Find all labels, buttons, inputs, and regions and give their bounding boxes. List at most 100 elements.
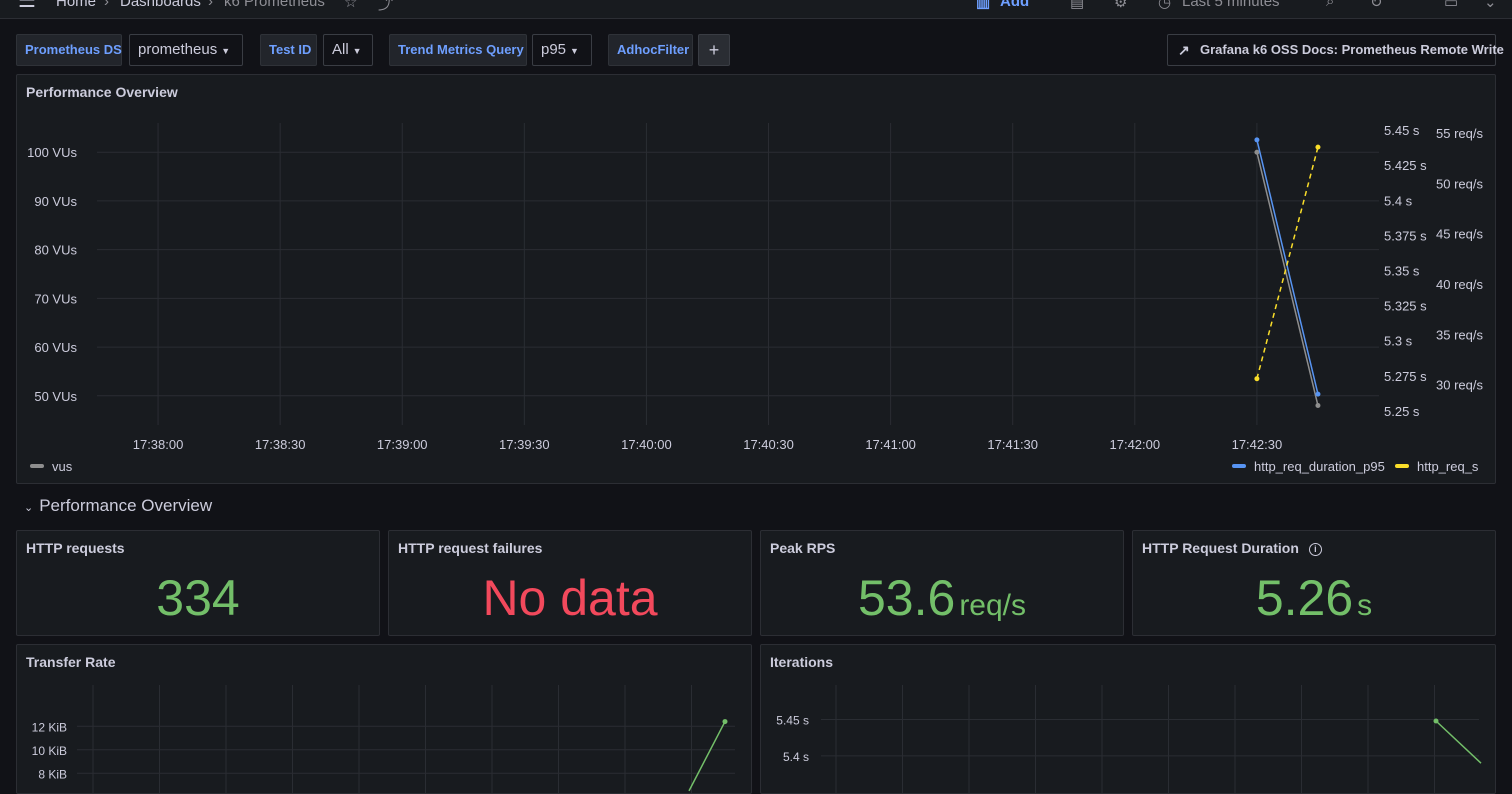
stat-value: No data: [389, 569, 751, 627]
breadcrumb-home[interactable]: Home: [56, 0, 96, 10]
row-title: Performance Overview: [39, 496, 213, 515]
add-filter-button[interactable]: +: [698, 34, 730, 66]
legend-item-vus[interactable]: vus: [30, 459, 72, 474]
series-line-http-req-duration-p95: [1256, 139, 1319, 395]
stat-unit: s: [1357, 589, 1373, 622]
prometheus-ds-select[interactable]: prometheus ▼: [129, 34, 243, 66]
series-line-vus: [1256, 152, 1319, 406]
y-tick-label: 10 KiB: [32, 744, 67, 758]
add-icon[interactable]: ▥: [976, 0, 990, 11]
panel-title-wrap: HTTP Request Duration i: [1142, 540, 1322, 556]
panel-title: HTTP Request Duration: [1142, 540, 1299, 556]
x-tick-label: 17:41:00: [865, 437, 916, 452]
y-mid-tick-label: 5.45 s: [1384, 123, 1420, 138]
transfer-rate-chart[interactable]: 12 KiB 10 KiB 8 KiB: [17, 645, 751, 794]
chevron-down-icon: ⌄: [24, 502, 34, 514]
data-point: [1254, 149, 1260, 155]
trend-metrics-query-select[interactable]: p95 ▼: [532, 34, 592, 66]
y-tick-label: 12 KiB: [32, 720, 67, 734]
y-mid-tick-label: 5.3 s: [1384, 334, 1413, 349]
y-left-tick-label: 80 VUs: [34, 243, 77, 258]
data-point: [1315, 144, 1321, 150]
stat-number: 334: [156, 570, 240, 626]
legend-label: http_req_duration_p95: [1254, 459, 1385, 474]
save-icon[interactable]: ▤: [1070, 0, 1084, 11]
y-left-tick-label: 50 VUs: [34, 389, 77, 404]
y-mid-tick-label: 5.25 s: [1384, 404, 1420, 419]
variable-label-trend-metrics-query: Trend Metrics Query: [389, 34, 527, 66]
iterations-chart[interactable]: 5.45 s 5.4 s: [761, 645, 1495, 794]
y-mid-tick-label: 5.4 s: [1384, 193, 1413, 208]
x-tick-label: 17:39:30: [499, 437, 550, 452]
bookmark-icon[interactable]: ☆: [344, 0, 357, 11]
data-point: [1254, 376, 1260, 382]
y-mid-tick-label: 5.275 s: [1384, 369, 1427, 384]
time-range-picker[interactable]: Last 5 minutes: [1182, 0, 1280, 10]
performance-overview-panel[interactable]: Performance Overview 17:38:00 17:38:30 17:…: [16, 74, 1496, 484]
transfer-rate-panel[interactable]: Transfer Rate 12 KiB 10 KiB 8 KiB: [16, 644, 752, 794]
breadcrumb-dashboards[interactable]: Dashboards: [120, 0, 201, 10]
series-line-http-req-s: [1256, 146, 1319, 379]
panel-title: HTTP requests: [26, 540, 125, 556]
legend-swatch: [1395, 464, 1409, 468]
x-tick-label: 17:40:30: [743, 437, 794, 452]
stat-panel-http-request-duration[interactable]: HTTP Request Duration i 5.26 s: [1132, 530, 1496, 636]
docs-link-button[interactable]: ↗ Grafana k6 OSS Docs: Prometheus Remote…: [1167, 34, 1504, 66]
stat-panel-http-requests[interactable]: HTTP requests 334: [16, 530, 380, 636]
test-id-select[interactable]: All ▼: [323, 34, 373, 66]
x-tick-label: 17:38:30: [255, 437, 306, 452]
variable-label-test-id: Test ID: [260, 34, 317, 66]
data-point: [1433, 718, 1439, 724]
stat-panel-http-request-failures[interactable]: HTTP request failures No data: [388, 530, 752, 636]
stat-number: 53.6: [857, 570, 956, 626]
data-point: [1315, 403, 1321, 409]
series-line: [688, 721, 726, 792]
external-link-icon: ↗: [1178, 42, 1190, 58]
iterations-panel[interactable]: Iterations 5.45 s 5.4 s: [760, 644, 1496, 794]
stat-value: 53.6 req/s: [761, 569, 1123, 627]
x-tick-label: 17:42:30: [1232, 437, 1283, 452]
y-right-tick-label: 50 req/s: [1436, 176, 1483, 191]
panel-title: HTTP request failures: [398, 540, 543, 556]
y-right-tick-label: 30 req/s: [1436, 378, 1483, 393]
y-left-tick-label: 70 VUs: [34, 291, 77, 306]
stat-panel-peak-rps[interactable]: Peak RPS 53.6 req/s: [760, 530, 1124, 636]
y-tick-label: 5.4 s: [783, 750, 809, 764]
prometheus-ds-value: prometheus: [138, 41, 218, 58]
legend-label: vus: [52, 459, 73, 474]
legend-label: http_req_s: [1417, 459, 1479, 474]
chevron-down-icon: ▼: [221, 46, 231, 56]
clock-icon: ◷: [1158, 0, 1172, 11]
y-right-tick-label: 40 req/s: [1436, 277, 1483, 292]
data-point: [722, 719, 728, 725]
y-right-tick-label: 55 req/s: [1436, 126, 1483, 141]
variable-label-prometheus-ds: Prometheus DS: [16, 34, 122, 66]
legend-item-http-req-duration-p95[interactable]: http_req_duration_p95: [1232, 459, 1385, 474]
settings-icon[interactable]: ⚙: [1114, 0, 1127, 11]
legend-swatch: [1232, 464, 1246, 468]
legend-item-http-req-s[interactable]: http_req_s: [1395, 459, 1478, 474]
y-mid-tick-label: 5.325 s: [1384, 299, 1427, 314]
share-icon[interactable]: ⤴: [378, 0, 393, 14]
chevron-down-icon: ▼: [570, 46, 579, 56]
x-tick-label: 17:42:00: [1110, 437, 1161, 452]
info-icon[interactable]: i: [1308, 543, 1322, 556]
top-navbar: ☰ Home › Dashboards › k6 Prometheus ☆ ⤴ …: [0, 0, 1512, 19]
series-line: [1435, 720, 1482, 764]
stat-value: 5.26 s: [1133, 569, 1495, 627]
zoom-out-icon[interactable]: ⌕: [1326, 0, 1334, 10]
x-tick-label: 17:40:00: [621, 437, 672, 452]
stat-number: No data: [482, 570, 658, 626]
menu-icon[interactable]: ☰: [18, 0, 36, 13]
y-right-tick-label: 35 req/s: [1436, 327, 1483, 342]
row-header[interactable]: ⌄ Performance Overview: [24, 496, 212, 516]
performance-overview-chart[interactable]: 17:38:00 17:38:30 17:39:00 17:39:30 17:40:00…: [17, 75, 1495, 483]
variable-label-adhoc-filter: AdhocFilter: [608, 34, 693, 66]
docs-link-label: Grafana k6 OSS Docs: Prometheus Remote W…: [1200, 42, 1504, 57]
trend-metrics-value: p95: [541, 41, 567, 58]
refresh-icon[interactable]: ↻: [1370, 0, 1383, 11]
panel-title: Peak RPS: [770, 540, 836, 556]
chevron-down-icon[interactable]: ⌄: [1484, 0, 1497, 11]
add-button[interactable]: Add: [1000, 0, 1029, 10]
tv-mode-icon[interactable]: ▭: [1444, 0, 1458, 11]
